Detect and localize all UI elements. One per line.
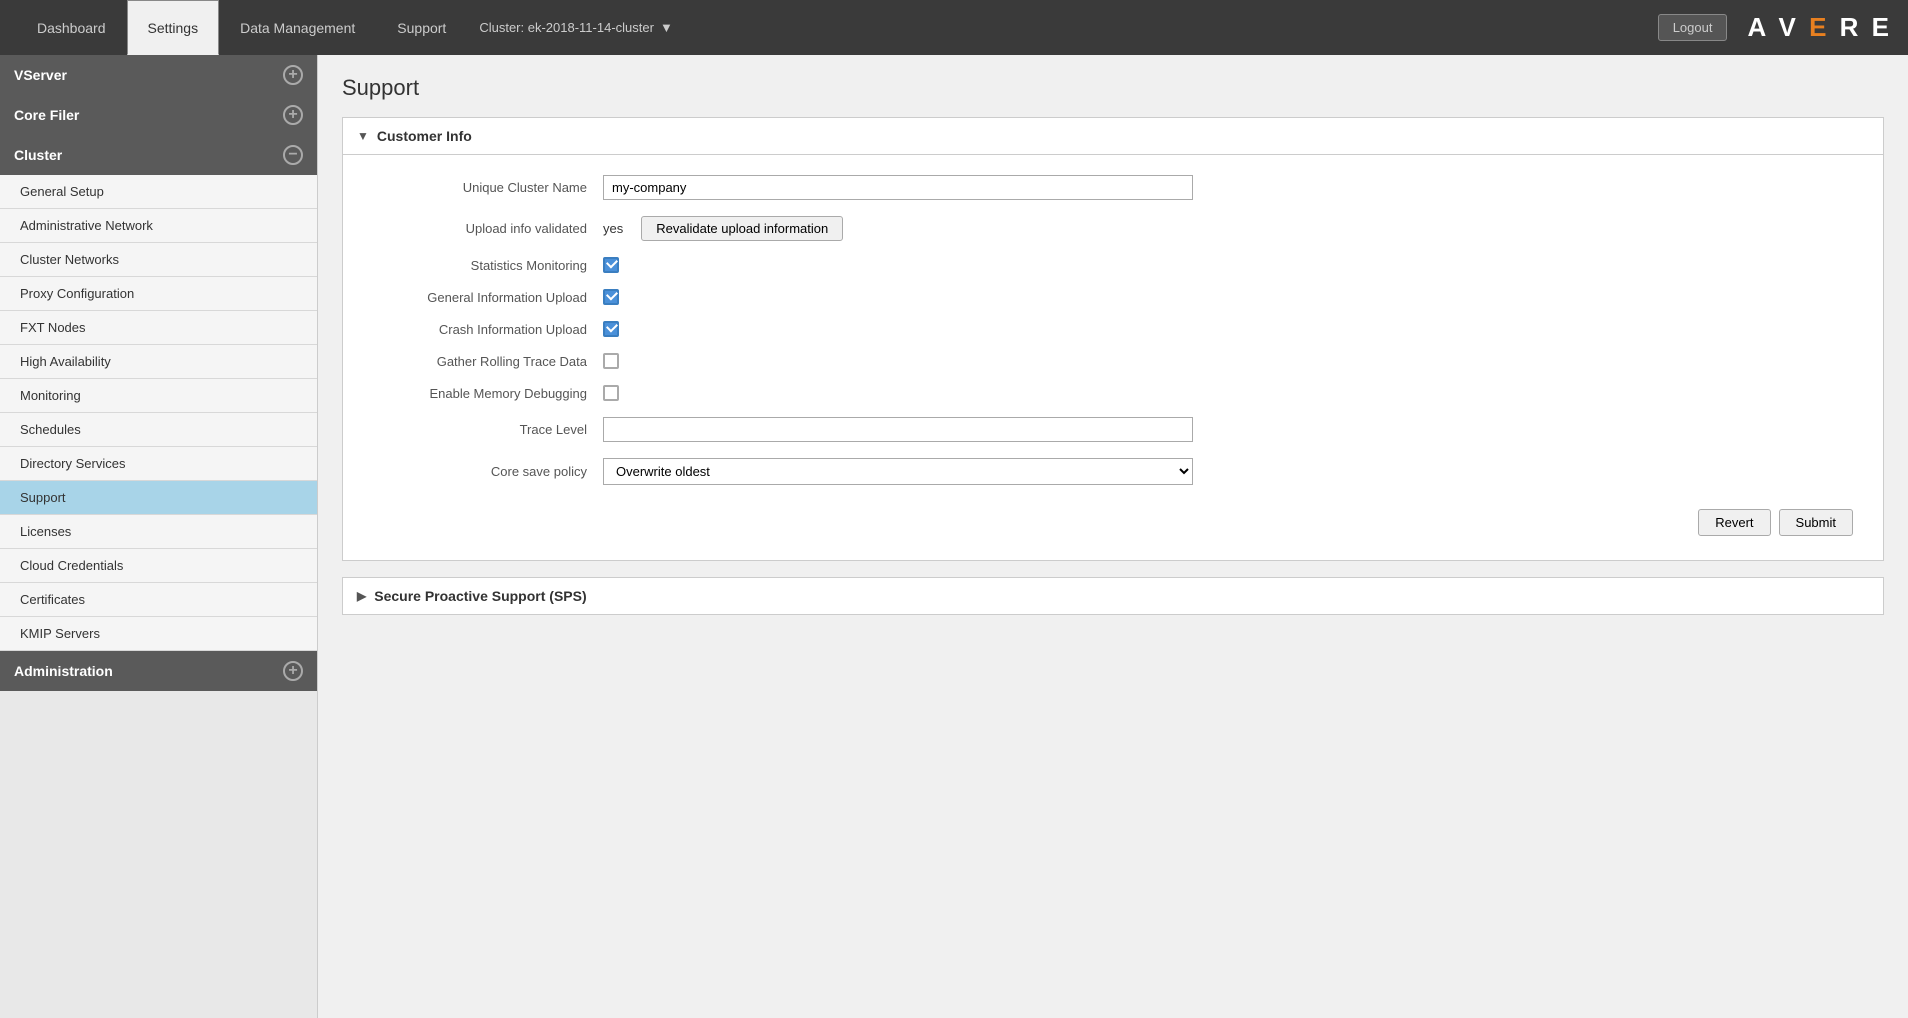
statistics-monitoring-control bbox=[603, 257, 619, 273]
sidebar-item-cluster-networks[interactable]: Cluster Networks bbox=[0, 243, 317, 277]
gather-rolling-trace-checkbox[interactable] bbox=[603, 353, 619, 369]
tab-support[interactable]: Support bbox=[376, 0, 467, 55]
cluster-minus-icon[interactable]: − bbox=[283, 145, 303, 165]
trace-level-row: Trace Level bbox=[373, 417, 1853, 442]
main-layout: VServer + Core Filer + Cluster − General… bbox=[0, 55, 1908, 1018]
crash-info-upload-row: Crash Information Upload bbox=[373, 321, 1853, 337]
sidebar-item-kmip-servers[interactable]: KMIP Servers bbox=[0, 617, 317, 651]
avere-logo: A V E R E bbox=[1747, 12, 1892, 43]
general-info-upload-control bbox=[603, 289, 619, 305]
administration-add-icon[interactable]: + bbox=[283, 661, 303, 681]
revalidate-button[interactable]: Revalidate upload information bbox=[641, 216, 843, 241]
sidebar-item-monitoring[interactable]: Monitoring bbox=[0, 379, 317, 413]
sidebar-item-directory-services[interactable]: Directory Services bbox=[0, 447, 317, 481]
crash-info-upload-label: Crash Information Upload bbox=[373, 322, 603, 337]
enable-memory-debugging-row: Enable Memory Debugging bbox=[373, 385, 1853, 401]
gather-rolling-trace-row: Gather Rolling Trace Data bbox=[373, 353, 1853, 369]
sps-panel: ▶ Secure Proactive Support (SPS) bbox=[342, 577, 1884, 615]
enable-memory-debugging-label: Enable Memory Debugging bbox=[373, 386, 603, 401]
sidebar-section-cluster[interactable]: Cluster − bbox=[0, 135, 317, 175]
general-info-upload-row: General Information Upload bbox=[373, 289, 1853, 305]
submit-button[interactable]: Submit bbox=[1779, 509, 1853, 536]
revert-button[interactable]: Revert bbox=[1698, 509, 1770, 536]
upload-info-validated-control: yes Revalidate upload information bbox=[603, 216, 843, 241]
upload-validated-yes: yes bbox=[603, 221, 623, 236]
vserver-add-icon[interactable]: + bbox=[283, 65, 303, 85]
tab-settings[interactable]: Settings bbox=[127, 0, 220, 55]
core-save-policy-select[interactable]: Overwrite oldest Keep newest Disable bbox=[603, 458, 1193, 485]
customer-info-header[interactable]: ▼ Customer Info bbox=[343, 118, 1883, 155]
sidebar-item-high-availability[interactable]: High Availability bbox=[0, 345, 317, 379]
enable-memory-debugging-checkbox[interactable] bbox=[603, 385, 619, 401]
statistics-monitoring-checkbox[interactable] bbox=[603, 257, 619, 273]
statistics-monitoring-label: Statistics Monitoring bbox=[373, 258, 603, 273]
topbar-nav: Dashboard Settings Data Management Suppo… bbox=[16, 0, 673, 55]
unique-cluster-name-control bbox=[603, 175, 1193, 200]
expand-triangle-icon: ▶ bbox=[357, 589, 366, 603]
trace-level-label: Trace Level bbox=[373, 422, 603, 437]
cluster-selector[interactable]: Cluster: ek-2018-11-14-cluster ▼ bbox=[479, 0, 673, 55]
statistics-monitoring-row: Statistics Monitoring bbox=[373, 257, 1853, 273]
customer-info-panel: ▼ Customer Info Unique Cluster Name Uplo… bbox=[342, 117, 1884, 561]
sidebar-item-administrative-network[interactable]: Administrative Network bbox=[0, 209, 317, 243]
unique-cluster-name-row: Unique Cluster Name bbox=[373, 175, 1853, 200]
customer-info-body: Unique Cluster Name Upload info validate… bbox=[343, 155, 1883, 560]
sidebar-item-fxt-nodes[interactable]: FXT Nodes bbox=[0, 311, 317, 345]
sidebar: VServer + Core Filer + Cluster − General… bbox=[0, 55, 318, 1018]
sidebar-item-schedules[interactable]: Schedules bbox=[0, 413, 317, 447]
sps-header[interactable]: ▶ Secure Proactive Support (SPS) bbox=[343, 578, 1883, 614]
sidebar-item-certificates[interactable]: Certificates bbox=[0, 583, 317, 617]
trace-level-control bbox=[603, 417, 1193, 442]
upload-info-validated-label: Upload info validated bbox=[373, 221, 603, 236]
sidebar-section-core-filer[interactable]: Core Filer + bbox=[0, 95, 317, 135]
core-filer-add-icon[interactable]: + bbox=[283, 105, 303, 125]
core-save-policy-control: Overwrite oldest Keep newest Disable bbox=[603, 458, 1193, 485]
sidebar-item-licenses[interactable]: Licenses bbox=[0, 515, 317, 549]
sidebar-item-cloud-credentials[interactable]: Cloud Credentials bbox=[0, 549, 317, 583]
enable-memory-debugging-control bbox=[603, 385, 619, 401]
logout-button[interactable]: Logout bbox=[1658, 14, 1728, 41]
unique-cluster-name-input[interactable] bbox=[603, 175, 1193, 200]
general-info-upload-label: General Information Upload bbox=[373, 290, 603, 305]
core-save-policy-label: Core save policy bbox=[373, 464, 603, 479]
sidebar-item-general-setup[interactable]: General Setup bbox=[0, 175, 317, 209]
crash-info-upload-control bbox=[603, 321, 619, 337]
page-title: Support bbox=[342, 75, 1884, 101]
upload-info-validated-row: Upload info validated yes Revalidate upl… bbox=[373, 216, 1853, 241]
gather-rolling-trace-control bbox=[603, 353, 619, 369]
tab-data-management[interactable]: Data Management bbox=[219, 0, 376, 55]
form-actions: Revert Submit bbox=[373, 501, 1853, 536]
core-save-policy-row: Core save policy Overwrite oldest Keep n… bbox=[373, 458, 1853, 485]
general-info-upload-checkbox[interactable] bbox=[603, 289, 619, 305]
sidebar-item-support[interactable]: Support bbox=[0, 481, 317, 515]
gather-rolling-trace-label: Gather Rolling Trace Data bbox=[373, 354, 603, 369]
sidebar-section-administration[interactable]: Administration + bbox=[0, 651, 317, 691]
trace-level-input[interactable] bbox=[603, 417, 1193, 442]
content-area: Support ▼ Customer Info Unique Cluster N… bbox=[318, 55, 1908, 1018]
sidebar-item-proxy-configuration[interactable]: Proxy Configuration bbox=[0, 277, 317, 311]
topbar: Dashboard Settings Data Management Suppo… bbox=[0, 0, 1908, 55]
crash-info-upload-checkbox[interactable] bbox=[603, 321, 619, 337]
sidebar-section-vserver[interactable]: VServer + bbox=[0, 55, 317, 95]
cluster-items: General Setup Administrative Network Clu… bbox=[0, 175, 317, 651]
collapse-triangle-icon: ▼ bbox=[357, 129, 369, 143]
tab-dashboard[interactable]: Dashboard bbox=[16, 0, 127, 55]
unique-cluster-name-label: Unique Cluster Name bbox=[373, 180, 603, 195]
